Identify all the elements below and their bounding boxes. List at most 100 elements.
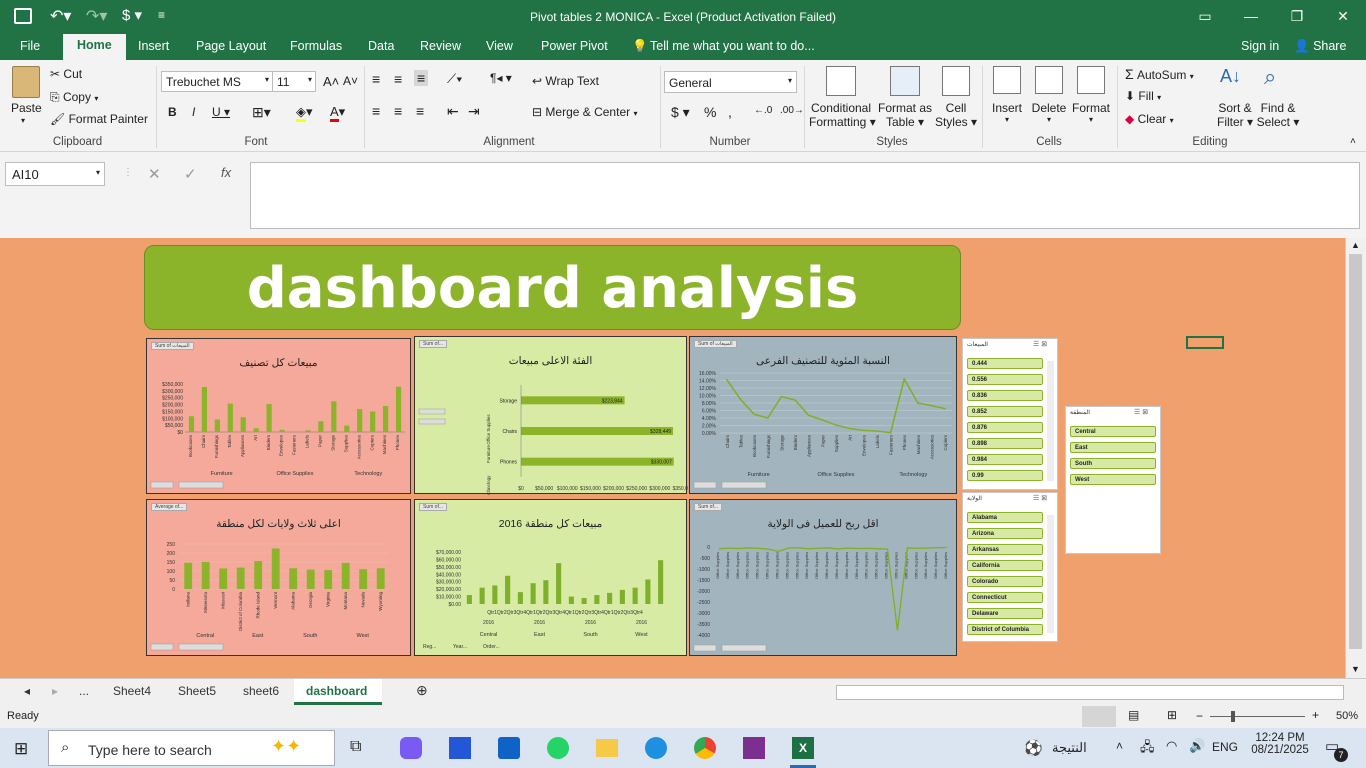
next-sheet-icon[interactable]: ▸ [52,684,58,698]
tell-me-box[interactable]: Tell me what you want to do... [650,38,815,54]
font-name-select[interactable]: Trebuchet MS ▾ [161,71,273,92]
tab-data[interactable]: Data [368,38,394,54]
confirm-entry-icon[interactable]: ✓ [184,165,197,183]
tab-review[interactable]: Review [420,38,461,54]
normal-view-icon[interactable] [1082,706,1116,727]
cell-styles-button[interactable]: Cell Styles ▾ [934,101,978,129]
vertical-scrollbar[interactable]: ▲ ▼ [1346,238,1366,678]
autosum-button[interactable]: Σ AutoSum ▾ [1125,66,1194,82]
slicer-region[interactable]: المنطقة ☰ ⊠ Central East South West [1065,406,1161,554]
chart-top-states-per-region[interactable]: Average of... اعلى ثلاث ولايات لكل منطقة… [146,499,411,656]
decrease-indent-icon[interactable]: ⇤ [447,103,459,120]
share-button[interactable]: 👤 Share [1294,38,1346,55]
minimize-button[interactable]: — [1228,0,1274,34]
multi-select-icon[interactable]: ☰ ⊠ [1033,340,1047,348]
slicer-state-scrollbar[interactable] [1047,515,1054,633]
tab-page-layout[interactable]: Page Layout [196,38,266,54]
wrap-text-button[interactable]: ↩ Wrap Text [532,74,599,88]
zoom-level[interactable]: 50% [1336,710,1358,722]
zoom-out-icon[interactable]: − [1196,709,1203,723]
close-button[interactable]: ✕ [1320,0,1366,34]
tab-insert[interactable]: Insert [138,38,169,54]
slicer-item[interactable]: South [1070,458,1156,469]
chart-subcategory-percent[interactable]: Sum of المبيعات النسبة المئوية للتصنيف ا… [689,336,957,494]
number-format-select[interactable]: General ▾ [664,71,797,93]
sort-filter-button[interactable]: Sort & Filter ▾ [1214,101,1256,129]
font-size-select[interactable]: 11 ▾ [272,71,316,92]
more-sheets[interactable]: ... [79,684,89,698]
volume-icon[interactable]: 🔊 [1189,738,1205,754]
cut-button[interactable]: ✂ Cut [50,67,82,81]
slicer-item[interactable]: 0.984 [967,454,1043,465]
sort-filter-icon[interactable]: A↓ [1220,66,1241,87]
chart-top-category[interactable]: Sum of... الفئة الاعلى مبيعات $223,844 St… [414,336,688,495]
tab-home[interactable]: Home [63,34,126,60]
bold-button[interactable]: B [168,105,177,119]
wifi-icon[interactable]: ◠ [1166,738,1177,754]
align-right-icon[interactable]: ≡ [416,103,424,119]
slicer-item[interactable]: Delaware [967,608,1043,619]
underline-button[interactable]: U ▾ [212,105,230,119]
cancel-entry-icon[interactable]: ✕ [148,165,161,183]
slicer-item[interactable]: 0.556 [967,374,1043,385]
sheet-tab-dashboard[interactable]: dashboard [306,684,367,698]
copy-button[interactable]: ⎘ Copy ▾ [50,90,98,105]
insert-cells-icon[interactable] [993,66,1021,94]
windows-start-icon[interactable]: ⊞ [14,739,28,759]
cell-styles-icon[interactable] [942,66,970,96]
fill-color-icon[interactable]: ◈▾ [296,104,313,122]
fill-button[interactable]: ⬇ Fill ▾ [1125,89,1161,103]
slicer-item[interactable]: Arizona [967,528,1043,539]
weather-text[interactable]: النتيجة [1052,740,1087,756]
sheet-tab-sheet6[interactable]: sheet6 [243,684,279,698]
multi-select-icon[interactable]: ☰ ⊠ [1134,408,1148,416]
prev-sheet-icon[interactable]: ◂ [24,684,30,698]
conditional-formatting-icon[interactable] [826,66,856,96]
merge-center-button[interactable]: ⊟ Merge & Center ▾ [532,105,637,119]
slicer-item[interactable]: 0.898 [967,438,1043,449]
ribbon-display-icon[interactable]: ▭ [1182,0,1228,34]
format-as-table-button[interactable]: Format as Table ▾ [876,101,934,129]
find-select-icon[interactable]: ⌕ [1264,64,1276,90]
page-layout-view-icon[interactable]: ▤ [1128,708,1139,722]
tab-file[interactable]: File [20,38,40,54]
slicer-sales[interactable]: المبيعات ☰ ⊠ 0.444 0.556 0.836 0.852 0.876 0.… [962,338,1058,490]
decrease-decimal-icon[interactable]: .00→ [780,105,804,116]
winrar-icon[interactable] [743,737,765,759]
delete-cells-icon[interactable] [1035,66,1063,94]
increase-indent-icon[interactable]: ⇥ [468,103,480,120]
taskbar-search-box[interactable]: ⌕ Type here to search ✦✦ [48,730,335,766]
clock[interactable]: 12:24 PM 08/21/2025 [1250,732,1310,756]
whatsapp-icon[interactable] [547,737,569,759]
increase-decimal-icon[interactable]: ←.0 [754,105,772,116]
bottom-align-icon[interactable]: ≡ [414,70,429,86]
weather-icon[interactable]: ⚽ [1024,739,1043,757]
slicer-state[interactable]: الولاية ☰ ⊠ Alabama Arizona Arkansas Califo… [962,492,1058,642]
horizontal-scrollbar[interactable] [836,685,1344,700]
format-cells-button[interactable]: Format ▾ [1070,101,1112,124]
slicer-item[interactable]: District of Columbia [967,624,1043,635]
paste-button[interactable]: Paste [11,101,42,115]
increase-font-icon[interactable]: A˄ [323,74,339,89]
copilot-icon[interactable] [400,737,422,759]
clear-button[interactable]: ◆ Clear ▾ [1125,112,1174,126]
network-icon[interactable]: 🖧 [1140,738,1155,760]
slicer-item[interactable]: Arkansas [967,544,1043,555]
sheet-tab-sheet4[interactable]: Sheet4 [113,684,151,698]
percent-icon[interactable]: % [704,104,716,120]
slicer-item[interactable]: 0.836 [967,390,1043,401]
rtl-icon[interactable]: ¶◂ ▾ [490,71,512,85]
collapse-ribbon-icon[interactable]: ˄ [1350,136,1356,147]
active-cell[interactable] [1186,336,1224,349]
sheet-tab-sheet5[interactable]: Sheet5 [178,684,216,698]
slicer-item[interactable]: West [1070,474,1156,485]
tab-formulas[interactable]: Formulas [290,38,342,54]
conditional-formatting-button[interactable]: Conditional Formatting ▾ [809,101,876,129]
slicer-item[interactable]: Colorado [967,576,1043,587]
tab-power-pivot[interactable]: Power Pivot [541,38,608,54]
slicer-item[interactable]: 0.852 [967,406,1043,417]
chrome-icon[interactable] [694,737,716,759]
sign-in-link[interactable]: Sign in [1241,38,1279,54]
name-box[interactable]: AI10 ▾ [5,162,105,186]
slicer-sales-scrollbar[interactable] [1047,361,1054,481]
